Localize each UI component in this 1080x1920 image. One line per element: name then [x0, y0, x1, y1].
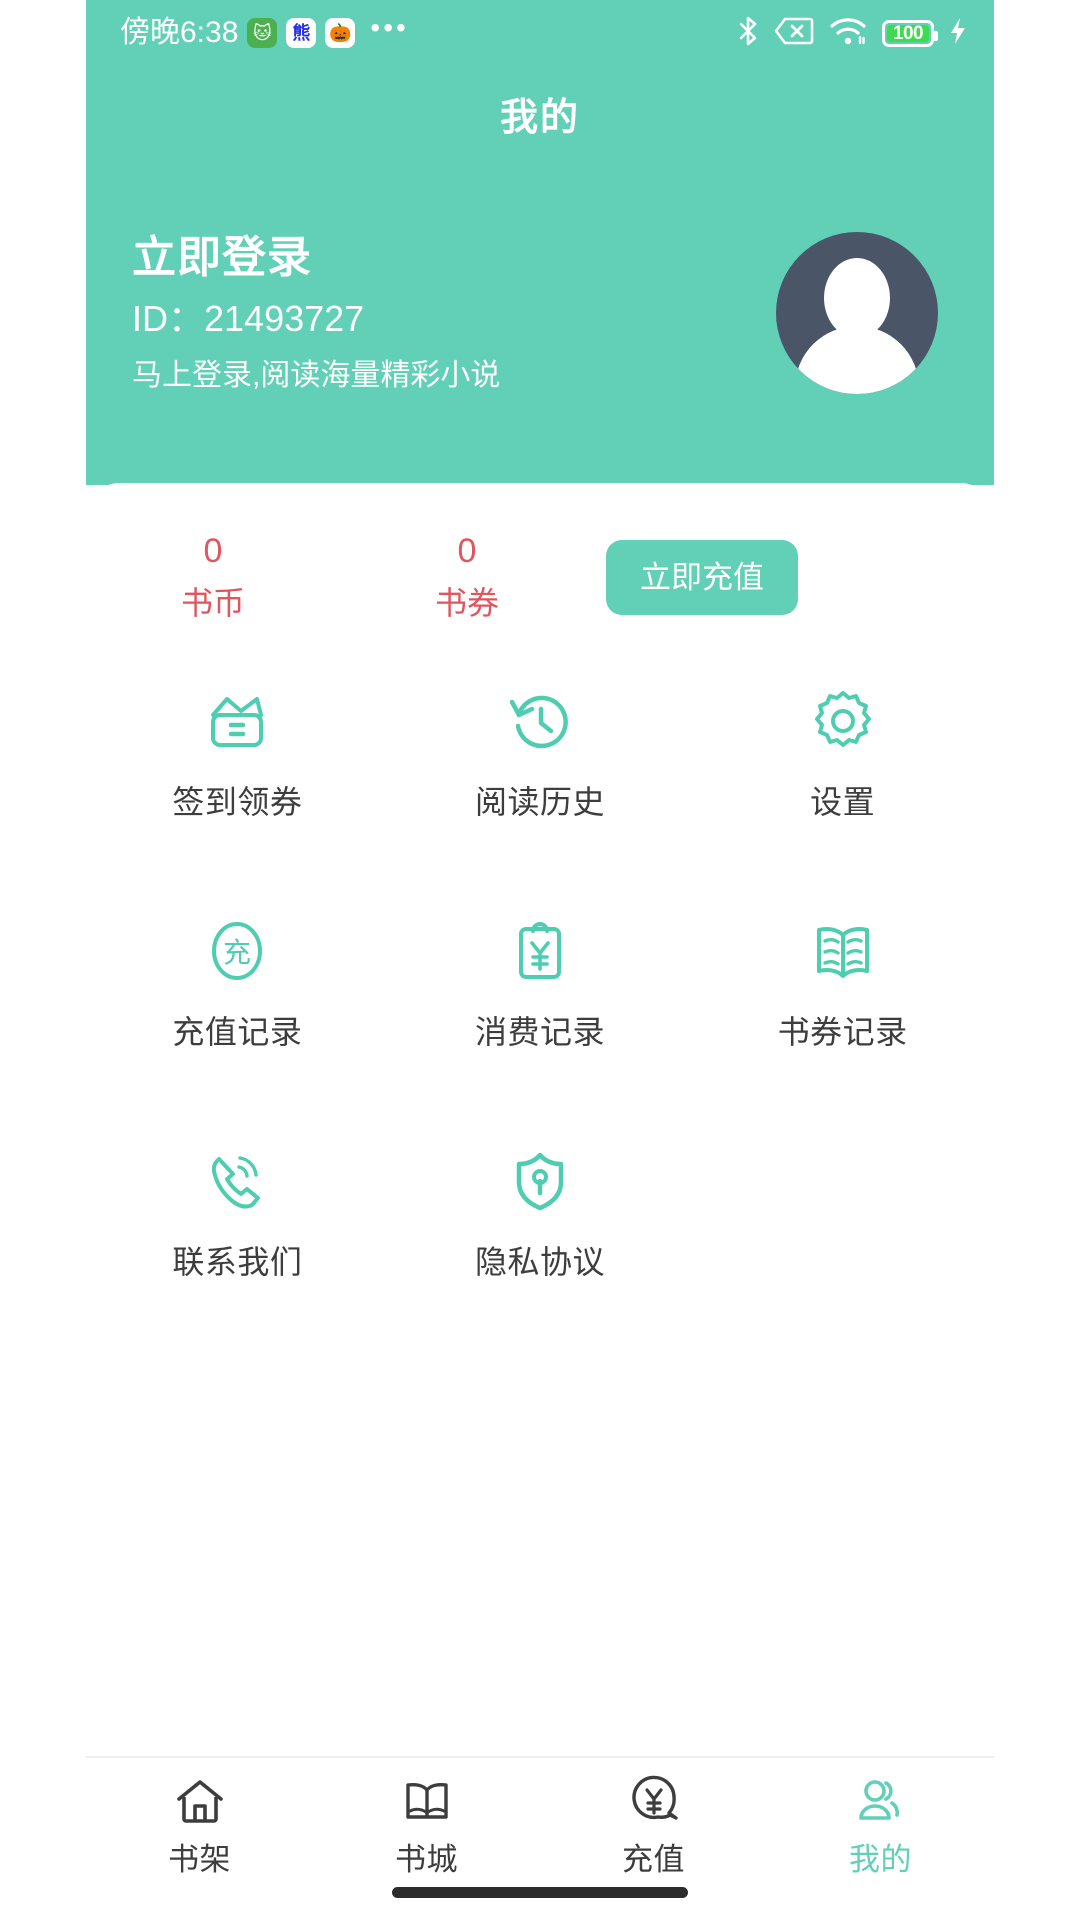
- charging-bolt-icon: [948, 16, 968, 51]
- app-icon-orange: 🎃: [325, 18, 356, 48]
- history-clock-icon: [502, 683, 578, 759]
- status-bar-right: 100: [736, 15, 968, 52]
- shield-lock-icon: [502, 1143, 578, 1219]
- status-overflow-icon: •••: [370, 12, 409, 43]
- nav-item-recharge[interactable]: 充值: [540, 1772, 767, 1875]
- menu-item-checkin[interactable]: 签到领券: [86, 665, 389, 895]
- nav-item-label: 书城: [395, 1842, 458, 1877]
- menu-item-contact[interactable]: 联系我们: [86, 1125, 389, 1355]
- content-card: 0 书币 0 书券 立即充值 签到领券 阅读历史 设置 充 充值记录 消费记录 …: [86, 483, 994, 1920]
- user-id: ID：21493727: [132, 298, 365, 340]
- app-screen: 傍晚6:38 🐱 熊 🎃 ••• 100 我的 立即登录 ID：21493727…: [0, 0, 1080, 1920]
- screen-gutter-right: [994, 0, 1080, 1920]
- status-bar-left: 傍晚6:38 🐱 熊 🎃 •••: [120, 14, 409, 52]
- menu-item-consume-records[interactable]: 消费记录: [389, 895, 692, 1125]
- header-banner: 傍晚6:38 🐱 熊 🎃 ••• 100 我的 立即登录 ID：21493727…: [86, 0, 994, 485]
- status-bar: 傍晚6:38 🐱 熊 🎃 ••• 100: [86, 0, 994, 66]
- balance-vouchers-value: 0: [457, 531, 477, 570]
- login-subtitle: 马上登录,阅读海量精彩小说: [132, 358, 501, 392]
- page-title: 我的: [499, 97, 580, 139]
- balance-coins[interactable]: 0 书币: [86, 531, 340, 622]
- battery-icon: 100: [882, 19, 938, 47]
- wallet-icon: [199, 683, 275, 759]
- nav-item-label: 书架: [168, 1842, 231, 1877]
- menu-item-label: 阅读历史: [474, 784, 605, 820]
- balance-vouchers-label: 书券: [434, 585, 499, 622]
- profile-text-block: 立即登录 ID：21493727 马上登录,阅读海量精彩小说: [132, 232, 776, 393]
- open-book-icon: [805, 913, 881, 989]
- menu-item-label: 书券记录: [777, 1014, 908, 1050]
- screen-gutter-left: [0, 0, 86, 1920]
- menu-item-history[interactable]: 阅读历史: [389, 665, 692, 895]
- menu-item-label: 消费记录: [474, 1014, 605, 1050]
- menu-item-recharge-records[interactable]: 充 充值记录: [86, 895, 389, 1125]
- menu-item-label: 充值记录: [172, 1014, 303, 1050]
- menu-item-label: 签到领券: [172, 784, 303, 820]
- avatar-body: [795, 326, 919, 394]
- login-title[interactable]: 立即登录: [132, 232, 776, 284]
- gear-icon: [805, 683, 881, 759]
- phone-ring-icon: [199, 1143, 275, 1219]
- clipboard-yen-icon: [502, 913, 578, 989]
- balance-coins-label: 书币: [180, 585, 245, 622]
- profile-section[interactable]: 立即登录 ID：21493727 马上登录,阅读海量精彩小说: [132, 232, 948, 394]
- users-icon: [851, 1772, 911, 1832]
- nav-item-mine[interactable]: 我的: [767, 1772, 994, 1875]
- menu-item-label: 隐私协议: [474, 1244, 605, 1280]
- book-icon: [397, 1772, 457, 1832]
- menu-item-privacy[interactable]: 隐私协议: [389, 1125, 692, 1355]
- app-icon-baidu: 熊: [286, 18, 317, 48]
- balance-row: 0 书币 0 书券 立即充值: [86, 507, 994, 647]
- menu-item-label: 设置: [810, 784, 876, 820]
- home-icon: [170, 1772, 230, 1832]
- recharge-circle-icon: 充: [199, 913, 275, 989]
- bluetooth-icon: [736, 15, 760, 52]
- battery-level: 100: [892, 22, 924, 44]
- nav-item-bookstore[interactable]: 书城: [313, 1772, 540, 1875]
- nav-item-bookshelf[interactable]: 书架: [86, 1772, 313, 1875]
- nav-item-label: 我的: [849, 1842, 912, 1877]
- status-clock: 傍晚6:38: [120, 16, 239, 49]
- menu-item-settings[interactable]: 设置: [691, 665, 994, 895]
- balance-coins-value: 0: [203, 531, 223, 570]
- home-indicator[interactable]: [392, 1887, 688, 1898]
- svg-text:充: 充: [223, 937, 251, 968]
- yen-bubble-icon: [624, 1772, 684, 1832]
- wifi-icon: [828, 15, 868, 52]
- sim-card-off-icon: [774, 16, 814, 51]
- app-icon-green: 🐱: [247, 18, 278, 48]
- balance-vouchers[interactable]: 0 书券: [340, 531, 594, 622]
- menu-grid: 签到领券 阅读历史 设置 充 充值记录 消费记录 书券记录 联系我们 隐私协议: [86, 665, 994, 1355]
- menu-item-voucher-records[interactable]: 书券记录: [691, 895, 994, 1125]
- nav-item-label: 充值: [622, 1842, 685, 1877]
- avatar[interactable]: [776, 232, 938, 394]
- menu-item-label: 联系我们: [172, 1244, 303, 1280]
- recharge-button[interactable]: 立即充值: [606, 539, 798, 615]
